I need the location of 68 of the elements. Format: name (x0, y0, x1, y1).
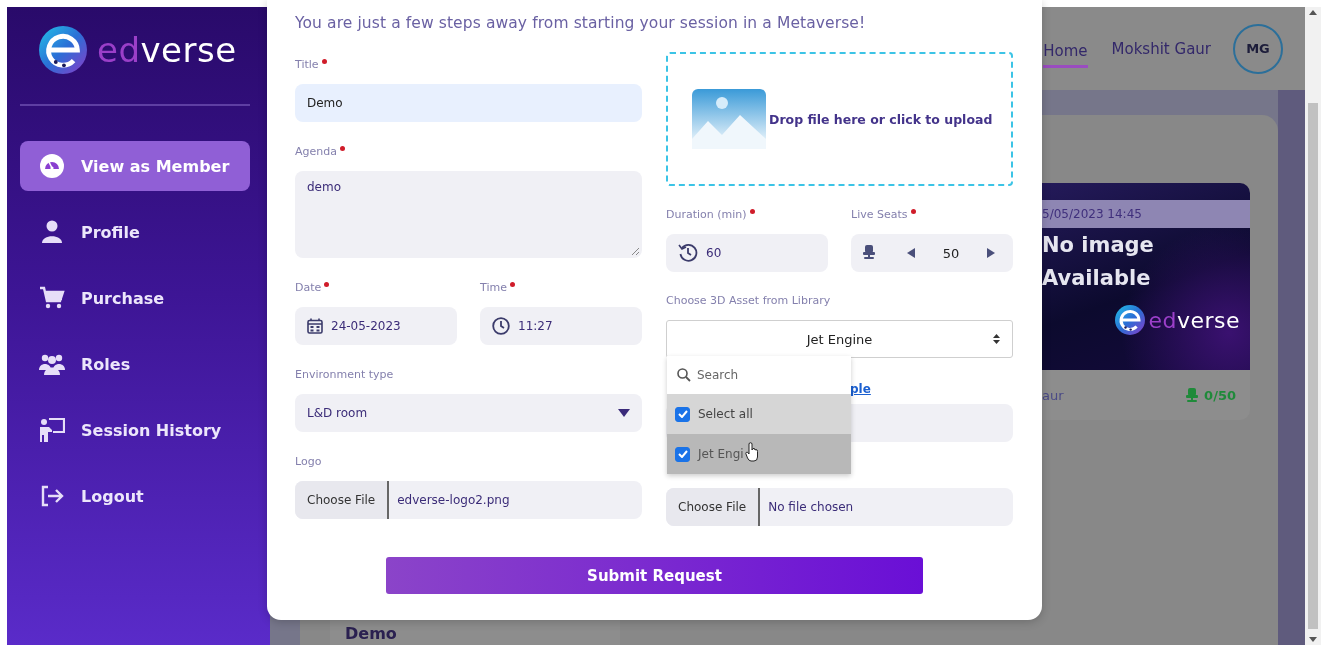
decrement-arrow-icon (906, 248, 915, 258)
field-label: Date (295, 281, 322, 294)
sidebar-item[interactable]: Profile (20, 207, 250, 257)
field-label: Environment type (295, 368, 394, 381)
check-icon (677, 410, 688, 418)
field-label: Duration (min) (666, 208, 747, 221)
resize-grip-icon (631, 247, 639, 255)
seats-stepper[interactable]: 50 (851, 234, 1013, 272)
scroll-up-icon (1309, 10, 1317, 15)
brand-logo: edverse (1148, 307, 1240, 333)
no-image-text: No image Available (1042, 232, 1155, 292)
brand-logo: edverse (97, 30, 237, 70)
chair-icon (1184, 387, 1201, 403)
search-field[interactable]: Search (667, 356, 851, 394)
submit-button[interactable]: Submit Request (386, 557, 923, 594)
clock-history-icon (678, 243, 698, 263)
file-input[interactable]: Choose File No file chosen (666, 488, 1013, 526)
checkbox[interactable] (675, 446, 690, 462)
increment-arrow-icon (987, 248, 995, 258)
date-input[interactable]: 24-05-2023 (295, 307, 457, 345)
sidebar-item[interactable]: Roles (20, 339, 250, 389)
file-input[interactable]: Choose File edverse-logo2.png (295, 481, 642, 519)
sample-link[interactable]: ple (850, 382, 871, 396)
title-input[interactable]: Demo (295, 84, 642, 122)
form-subtitle: You are just a few steps away from starting your session in a Metaverse! (295, 14, 867, 34)
dropdown-option[interactable]: Select all (667, 394, 851, 434)
gauge-icon (39, 153, 65, 179)
field-label: Live Seats (851, 208, 908, 221)
clock-icon (492, 317, 510, 335)
calendar-icon (307, 318, 323, 334)
upload-dropzone[interactable]: Drop file here or click to upload (666, 52, 1013, 186)
globe-logo-icon (1115, 305, 1146, 335)
field-label: Title (295, 58, 319, 71)
field-label: Time (480, 281, 507, 294)
environment-select[interactable]: L&D room (295, 394, 642, 432)
session-title: Demo (345, 624, 398, 643)
cart-icon (39, 285, 65, 311)
field-label: Agenda (295, 145, 337, 158)
dropdown-option[interactable]: Jet Engi (667, 434, 851, 474)
sort-caret-icon (993, 334, 1000, 344)
sidebar-item[interactable]: Logout (20, 471, 250, 521)
user-name: Mokshit Gaur (1111, 39, 1211, 58)
check-icon (677, 450, 688, 458)
scroll-down-icon (1309, 637, 1317, 642)
hand-cursor-icon (745, 442, 759, 462)
asset-select[interactable]: Jet Engine (666, 320, 1013, 358)
search-icon (677, 368, 691, 382)
globe-logo-icon (39, 26, 87, 74)
user-avatar[interactable]: MG (1233, 23, 1283, 74)
sidebar-item[interactable]: View as Member (20, 141, 250, 191)
session-card[interactable]: 5/05/2023 14:45 No image Available edverse aur 0/50 (1042, 183, 1250, 420)
dropdown-arrow-icon (618, 409, 630, 417)
checkbox[interactable] (675, 406, 690, 422)
duration-input[interactable]: 60 (666, 234, 828, 272)
field-label: Choose 3D Asset from Library (666, 294, 831, 307)
session-date: 5/05/2023 14:45 (1042, 207, 1142, 221)
scrollbar-thumb[interactable] (1308, 103, 1318, 629)
presenter-icon (39, 417, 65, 443)
seat-count: 0/50 (1204, 387, 1236, 403)
sidebar-item[interactable]: Purchase (20, 273, 250, 323)
agenda-textarea[interactable]: demo (295, 171, 642, 258)
host-name: aur (1042, 387, 1064, 403)
logout-icon (39, 483, 65, 509)
time-input[interactable]: 11:27 (480, 307, 642, 345)
image-placeholder-icon (692, 89, 766, 149)
person-icon (39, 219, 65, 245)
field-label: Logo (295, 455, 322, 468)
sidebar-item[interactable]: Session History (20, 405, 250, 455)
